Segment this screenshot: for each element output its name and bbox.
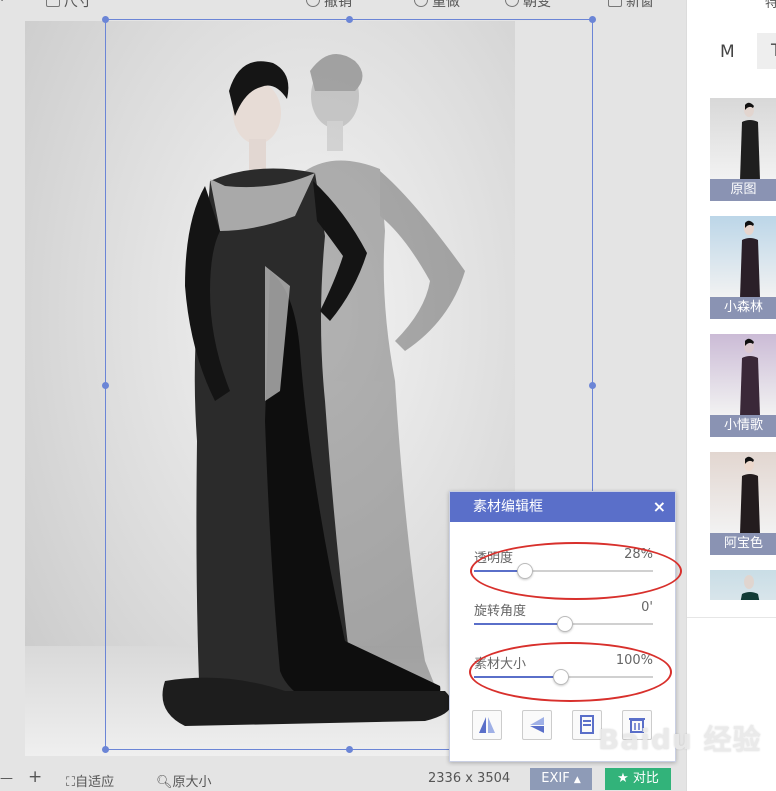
rotation-control: 旋转角度 0' — [474, 600, 653, 632]
caret-up-icon: ▲ — [573, 775, 581, 785]
delete-icon — [629, 718, 645, 733]
panel-divider — [687, 617, 776, 618]
filter-thumbnail — [710, 98, 776, 180]
resize-handle-bottom[interactable] — [346, 746, 353, 753]
material-editor-panel: 素材编辑框 × 透明度 28% 旋转角度 0' 素材大小 100% — [449, 491, 676, 762]
layer-icon — [580, 715, 594, 734]
rotation-slider-knob[interactable] — [556, 616, 573, 632]
editor-header[interactable]: 素材编辑框 × — [450, 492, 675, 522]
filter-label: 阿宝色 — [710, 533, 776, 555]
delete-button[interactable] — [622, 710, 652, 740]
canvas-area[interactable]: ⌐ 尺寸 撤销 重做 朝变 新窗 — [0, 0, 686, 791]
filter-panel-header: 特 — [765, 0, 776, 11]
filter-panel: 特 M T 原图 小森林 小情歌 阿宝色 — [686, 0, 776, 791]
size-slider-knob[interactable] — [552, 669, 569, 685]
magnifier-icon: 🔍︎ — [156, 775, 173, 790]
size-control: 素材大小 100% — [474, 653, 653, 685]
flip-horizontal-button[interactable] — [472, 710, 502, 740]
filter-next[interactable] — [710, 570, 776, 600]
filter-original[interactable]: 原图 — [710, 98, 776, 201]
opacity-slider[interactable] — [474, 563, 653, 579]
size-slider[interactable] — [474, 669, 653, 685]
bottom-status-bar: — + ⛶自适应 🔍︎原大小 2336 x 3504 EXIF ▲ ★ 对比 — [0, 766, 686, 791]
toolbar-resize-button[interactable]: 尺寸 — [46, 0, 92, 11]
tab-t[interactable]: T — [757, 33, 776, 69]
opacity-control: 透明度 28% — [474, 547, 653, 579]
flip-vertical-icon — [530, 717, 544, 733]
resize-handle-left[interactable] — [102, 382, 109, 389]
filter-label: 小情歌 — [710, 415, 776, 437]
filter-abao[interactable]: 阿宝色 — [710, 452, 776, 555]
window-icon — [608, 0, 622, 7]
fit-screen-button[interactable]: ⛶自适应 — [66, 771, 114, 790]
original-size-button[interactable]: 🔍︎原大小 — [156, 771, 212, 790]
rotation-label: 旋转角度 — [474, 604, 527, 619]
rotation-slider[interactable] — [474, 616, 653, 632]
fit-icon: ⛶ — [66, 775, 76, 790]
resize-handle-top-right[interactable] — [589, 16, 596, 23]
layer-button[interactable] — [572, 710, 602, 740]
dress-thumbnail-icon — [740, 456, 760, 534]
star-icon: ★ — [617, 771, 629, 786]
filter-love-song[interactable]: 小情歌 — [710, 334, 776, 437]
flip-vertical-button[interactable] — [522, 710, 552, 740]
rotate-icon — [505, 0, 519, 7]
filter-forest[interactable]: 小森林 — [710, 216, 776, 319]
tab-m[interactable]: M — [720, 42, 735, 62]
size-value: 100% — [615, 653, 653, 668]
rotation-value: 0' — [641, 600, 653, 615]
redo-icon — [414, 0, 428, 7]
filter-thumbnail — [710, 452, 776, 534]
resize-handle-right[interactable] — [589, 382, 596, 389]
dress-thumbnail-icon — [740, 102, 760, 180]
opacity-value: 28% — [624, 547, 653, 562]
top-toolbar: ⌐ 尺寸 撤销 重做 朝变 新窗 — [0, 0, 686, 10]
toolbar-window-button[interactable]: 新窗 — [608, 0, 654, 11]
zoom-out-button[interactable]: — — [0, 771, 13, 786]
filter-thumbnail — [710, 216, 776, 298]
filter-label: 小森林 — [710, 297, 776, 319]
opacity-slider-knob[interactable] — [517, 563, 534, 579]
toolbar-partial-icon: ⌐ — [0, 0, 12, 7]
toolbar-undo-button[interactable]: 撤销 — [306, 0, 352, 11]
dress-thumbnail-icon — [740, 575, 760, 600]
resize-handle-top-left[interactable] — [102, 16, 109, 23]
crop-icon — [46, 0, 60, 7]
zoom-in-button[interactable]: + — [28, 767, 42, 787]
opacity-label: 透明度 — [474, 551, 514, 566]
editor-title: 素材编辑框 — [473, 499, 543, 515]
filter-label: 原图 — [710, 179, 776, 201]
dress-thumbnail-icon — [740, 220, 760, 298]
exif-button[interactable]: EXIF ▲ — [530, 768, 592, 790]
compare-button[interactable]: ★ 对比 — [605, 768, 671, 790]
resize-handle-top[interactable] — [346, 16, 353, 23]
filter-thumbnail — [710, 570, 776, 600]
flip-horizontal-icon — [479, 717, 495, 733]
dress-thumbnail-icon — [740, 338, 760, 416]
undo-icon — [306, 0, 320, 7]
editor-tool-row — [472, 710, 656, 740]
toolbar-rotate-button[interactable]: 朝变 — [505, 0, 551, 11]
editor-close-button[interactable]: × — [653, 492, 666, 522]
filter-thumbnail — [710, 334, 776, 416]
toolbar-redo-button[interactable]: 重做 — [414, 0, 460, 11]
resize-handle-bottom-left[interactable] — [102, 746, 109, 753]
size-label: 素材大小 — [474, 657, 527, 672]
image-dimensions: 2336 x 3504 — [428, 771, 511, 786]
